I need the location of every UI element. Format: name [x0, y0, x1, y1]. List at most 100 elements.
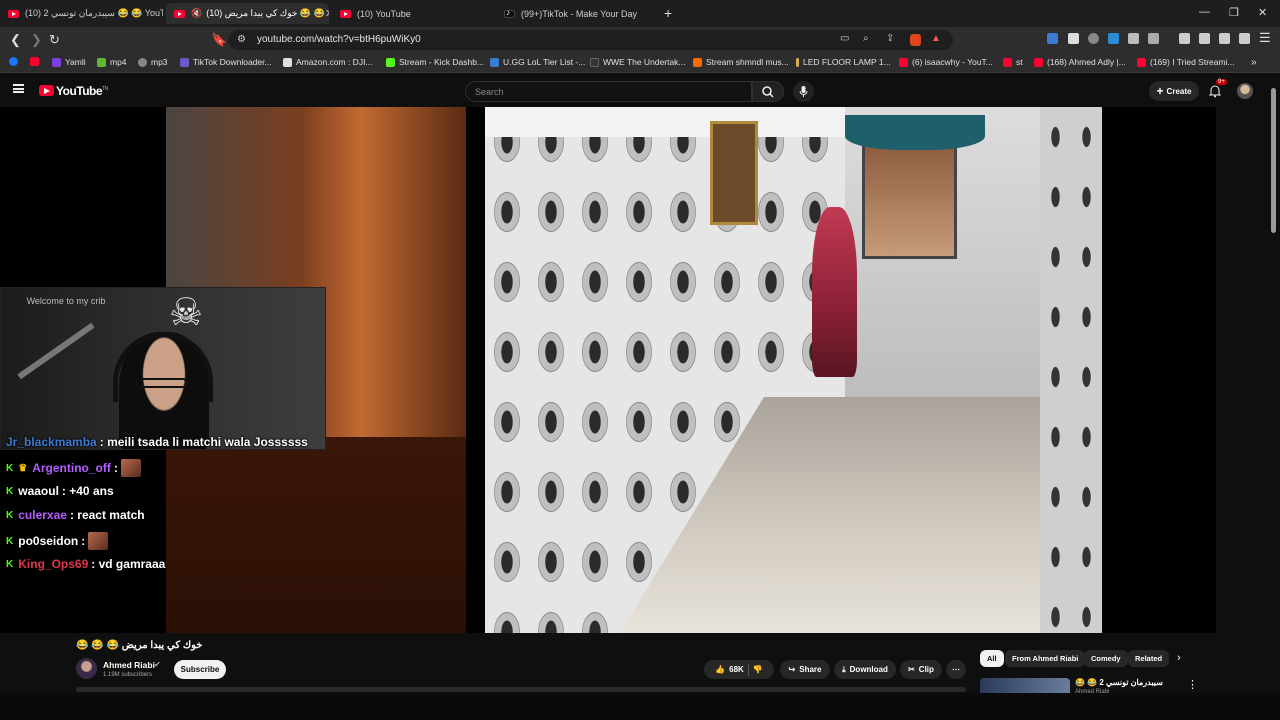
new-tab-button[interactable]: +	[664, 5, 672, 21]
os-taskbar	[0, 693, 1280, 720]
share-icon: ↪	[788, 665, 796, 674]
bookmark-item[interactable]: (169) I Tried Streami...	[1137, 57, 1235, 67]
scissors-icon: ✂	[908, 665, 915, 674]
video-frame-right-wall	[1040, 107, 1102, 633]
share-page-icon[interactable]: ⇪	[886, 33, 894, 44]
url-text[interactable]: youtube.com/watch?v=btH6puWiKy0	[257, 34, 421, 45]
bookmark-item[interactable]: mp4	[97, 57, 127, 67]
notifications-bell-icon[interactable]	[1208, 84, 1222, 98]
bookmark-item[interactable]: WWE The Undertak...	[590, 57, 686, 67]
sidebar-icon[interactable]	[1199, 33, 1210, 44]
bookmark-icon[interactable]: 🔖	[211, 32, 227, 48]
brave-rewards-icon[interactable]: ▲	[931, 33, 941, 44]
bookmark-item[interactable]: Stream - Kick Dashb...	[386, 57, 484, 67]
dislike-button[interactable]: 👎	[753, 665, 763, 674]
bookmark-item[interactable]	[9, 57, 22, 66]
bookmark-item[interactable]: U.GG LoL Tier List -...	[490, 57, 585, 67]
muted-speaker-icon[interactable]: 🔇	[191, 8, 202, 19]
bookmark-item[interactable]: TikTok Downloader...	[180, 57, 272, 67]
minimize-button[interactable]: —	[1199, 6, 1210, 18]
bookmark-item[interactable]: Amazon.com : DJI...	[283, 57, 373, 67]
youtube-logo-icon[interactable]	[39, 85, 54, 96]
chat-message: Jr_blackmamba : meili tsada li matchi wa…	[6, 435, 308, 449]
download-button[interactable]: ⤓ Download	[834, 660, 896, 679]
horizontal-scrollbar[interactable]	[76, 687, 966, 692]
tiktok-dl-icon	[180, 57, 189, 67]
youtube-logo-text[interactable]: YouTubeTN	[56, 84, 108, 98]
extension-icon[interactable]	[1088, 33, 1099, 44]
youtube-icon	[8, 9, 19, 18]
extension-icon[interactable]	[1068, 33, 1079, 44]
bookmark-item[interactable]: LED FLOOR LAMP 1...	[796, 57, 891, 67]
voice-search-button[interactable]	[793, 81, 814, 102]
browser-tab[interactable]: (10) YouTube	[332, 3, 494, 24]
leo-ai-icon[interactable]	[1239, 33, 1250, 44]
account-avatar[interactable]	[1237, 83, 1253, 99]
search-input[interactable]: Search	[465, 81, 752, 102]
bookmark-item[interactable]: (168) Ahmed Adly |...	[1034, 57, 1126, 67]
bookmark-item[interactable]: (6) isaacwhy - YouT...	[899, 57, 993, 67]
search-button[interactable]	[752, 81, 784, 102]
bookmark-item[interactable]: mp3	[138, 57, 168, 67]
yamli-icon	[52, 57, 61, 67]
more-actions-button[interactable]: ⋯	[946, 660, 966, 679]
clip-button[interactable]: ✂ Clip	[900, 660, 942, 679]
headset-icon	[113, 332, 213, 402]
recommended-video-title[interactable]: سيبدرمان تونسي 2 😂 😂	[1075, 678, 1163, 687]
close-tab-icon[interactable]: ✕	[325, 7, 329, 20]
share-button[interactable]: ↪ Share	[780, 660, 830, 679]
bookmark-item[interactable]: Yamli	[52, 57, 86, 67]
extensions-puzzle-icon[interactable]	[1128, 33, 1139, 44]
bookmark-item[interactable]: Stream shmndl mus...	[693, 57, 789, 67]
browser-tab[interactable]: (10) سيبدرمان تونسي 2 😂 😂 YouTube	[0, 3, 163, 24]
site-info-icon[interactable]: ⚙	[237, 34, 246, 45]
create-button[interactable]: + Create	[1149, 81, 1199, 101]
chevron-right-icon[interactable]: ›	[1177, 652, 1181, 664]
youtube-icon	[174, 9, 185, 18]
video-player[interactable]: Welcome to my crib ☠ Jr_blackmamba : mei…	[0, 107, 1216, 633]
extension-icon[interactable]	[1108, 33, 1119, 44]
ugg-icon	[490, 57, 499, 67]
extension-icon[interactable]	[1148, 33, 1159, 44]
chip-from-channel[interactable]: From Ahmed Riabi	[1005, 650, 1086, 667]
more-bookmarks-icon[interactable]: »	[1251, 57, 1257, 68]
page-scrollbar[interactable]	[1271, 88, 1276, 233]
chat-message: K ♛ Argentino_off :	[6, 459, 141, 477]
browser-tab[interactable]: (99+)TikTok - Make Your Day	[496, 3, 656, 24]
kebab-menu-icon[interactable]: ⋮	[1187, 678, 1198, 691]
menu-icon[interactable]: ☰	[1259, 30, 1271, 46]
channel-avatar[interactable]	[76, 658, 97, 679]
brave-shield-icon[interactable]	[910, 34, 921, 46]
close-window-button[interactable]: ✕	[1258, 6, 1267, 19]
youtube-icon	[30, 57, 39, 66]
chat-text: :	[81, 534, 86, 548]
chip-related[interactable]: Related	[1128, 650, 1170, 667]
cast-icon[interactable]: ▭	[840, 33, 849, 44]
bookmark-item[interactable]: st	[1003, 57, 1023, 67]
glasses	[135, 378, 187, 388]
lamp-icon	[796, 57, 799, 67]
maximize-button[interactable]: ❐	[1229, 6, 1239, 19]
channel-name[interactable]: Ahmed Riabi	[103, 660, 155, 670]
chip-all[interactable]: All	[980, 650, 1004, 667]
guide-menu-icon[interactable]	[13, 84, 24, 93]
forward-icon[interactable]: ❯	[31, 32, 42, 48]
kick-badge-icon: K	[6, 558, 14, 570]
extension-icon[interactable]	[1047, 33, 1058, 44]
back-icon[interactable]: ❮	[10, 32, 21, 48]
bookmark-item[interactable]	[30, 57, 43, 66]
kick-icon	[386, 57, 395, 67]
browser-tab-active[interactable]: 🔇 (10) خوك كي يبدا مريض 😂 😂 ✕	[166, 3, 329, 24]
subscribe-button[interactable]: Subscribe	[174, 660, 226, 679]
browser-toolbar: ❮ ❯ ↻ 🔖 ⚙ youtube.com/watch?v=btH6puWiKy…	[0, 27, 1280, 53]
address-bar[interactable]: ⚙ youtube.com/watch?v=btH6puWiKy0 ▭ ⌕ ⇪ …	[228, 30, 953, 50]
zoom-icon[interactable]: ⌕	[863, 33, 869, 44]
chat-text: : +40 ans	[61, 484, 114, 498]
chat-text: : vd gamraaa	[91, 557, 166, 571]
reload-icon[interactable]: ↻	[49, 32, 60, 48]
media-icon[interactable]	[1179, 33, 1190, 44]
like-button[interactable]: 👍 68K	[715, 665, 744, 674]
chip-comedy[interactable]: Comedy	[1084, 650, 1128, 667]
wallet-icon[interactable]	[1219, 33, 1230, 44]
tab-title: (10) خوك كي يبدا مريض 😂 😂	[206, 8, 325, 18]
